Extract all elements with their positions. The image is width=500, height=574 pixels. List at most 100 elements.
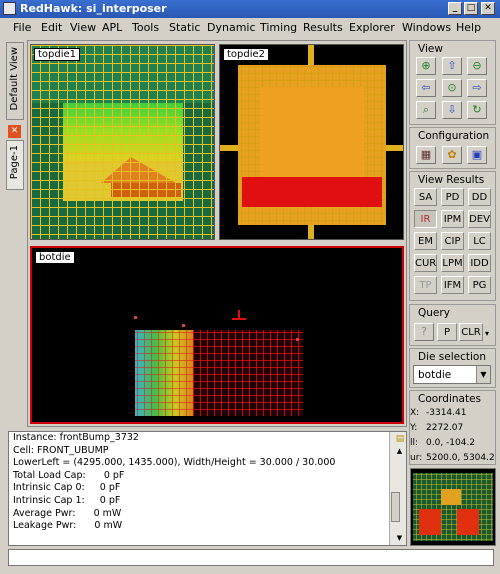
coord-ll-label: ll: bbox=[410, 438, 419, 448]
tab-default-view[interactable]: Default View bbox=[6, 42, 24, 120]
chevron-down-icon[interactable]: ▼ bbox=[476, 366, 490, 383]
result-lc-button[interactable]: LC bbox=[468, 232, 491, 250]
info-line-intrinsic-cap-1: Intrinsic Cap 1: 0 pF bbox=[13, 494, 121, 506]
result-idd-button[interactable]: IDD bbox=[468, 254, 491, 272]
app-icon[interactable] bbox=[3, 2, 16, 15]
palette-icon[interactable]: ✿ bbox=[442, 146, 462, 164]
scroll-up-icon[interactable]: ▲ bbox=[390, 446, 405, 456]
refresh-icon[interactable]: ↻ bbox=[467, 101, 487, 119]
menu-apl[interactable]: APL bbox=[102, 21, 122, 34]
menu-static[interactable]: Static bbox=[169, 21, 200, 34]
menu-dynamic[interactable]: Dynamic bbox=[207, 21, 256, 34]
query-icon[interactable]: ? bbox=[414, 323, 434, 341]
view-results-group: View Results SA PD DD IR IPM DEV EM CIP … bbox=[409, 171, 496, 301]
info-line-instance: Instance: frontBump_3732 bbox=[13, 432, 139, 443]
result-lpm-button[interactable]: LPM bbox=[441, 254, 464, 272]
result-tp-button[interactable]: TP bbox=[414, 276, 437, 294]
die-selection-value: botdie bbox=[418, 369, 452, 381]
die-selection-select[interactable]: botdie ▼ bbox=[413, 365, 491, 384]
zoom-in-icon[interactable]: ⊕ bbox=[416, 57, 436, 75]
zoom-out-icon[interactable]: ⊖ bbox=[467, 57, 487, 75]
result-dev-button[interactable]: DEV bbox=[468, 210, 491, 228]
die-selection-group: Die selection botdie ▼ bbox=[409, 348, 496, 388]
tab-default-view-label: Default View bbox=[9, 47, 20, 111]
query-p-button[interactable]: P bbox=[437, 323, 457, 341]
command-input[interactable] bbox=[8, 549, 494, 566]
arrow-left-icon[interactable]: ⇦ bbox=[416, 79, 436, 97]
menu-edit[interactable]: Edit bbox=[41, 21, 62, 34]
panel-title-topdie1: topdie1 bbox=[34, 48, 81, 61]
overview-thumbnail[interactable] bbox=[410, 468, 496, 546]
menu-windows[interactable]: Windows bbox=[402, 21, 451, 34]
query-dropdown-arrow-icon[interactable]: ▾ bbox=[485, 329, 489, 338]
tab-page-1[interactable]: Page-1 bbox=[6, 140, 24, 190]
result-dd-button[interactable]: DD bbox=[468, 188, 491, 206]
panel-botdie[interactable]: botdie bbox=[30, 246, 404, 424]
query-clr-button[interactable]: CLR bbox=[459, 323, 483, 341]
configuration-group-title: Configuration bbox=[418, 130, 490, 142]
view-group: View ⊕ ⇧ ⊖ ⇦ ⊙ ⇨ ⌕ ⇩ ↻ bbox=[409, 40, 496, 125]
coord-x-label: X: bbox=[410, 408, 420, 418]
coordinates-title: Coordinates bbox=[418, 393, 482, 405]
close-tab-icon[interactable]: ✕ bbox=[8, 125, 21, 138]
result-em-button[interactable]: EM bbox=[414, 232, 437, 250]
tab-page-1-label: Page-1 bbox=[9, 145, 20, 180]
info-line-geometry: LowerLeft = (4295.000, 1435.000), Width/… bbox=[13, 457, 336, 469]
panel-topdie2[interactable]: topdie2 bbox=[219, 44, 404, 240]
minimize-button[interactable]: _ bbox=[448, 2, 462, 15]
coord-ll-value: 0.0, -104.2 bbox=[426, 438, 476, 448]
notepad-icon[interactable]: ▤ bbox=[391, 434, 405, 444]
panel-title-botdie: botdie bbox=[35, 251, 75, 264]
menu-results[interactable]: Results bbox=[303, 21, 343, 34]
result-ifm-button[interactable]: IFM bbox=[441, 276, 464, 294]
menu-file[interactable]: File bbox=[13, 21, 31, 34]
menu-view[interactable]: View bbox=[70, 21, 96, 34]
info-line-average-pwr: Average Pwr: 0 mW bbox=[13, 507, 122, 519]
view-group-title: View bbox=[418, 43, 443, 55]
arrow-right-icon[interactable]: ⇨ bbox=[467, 79, 487, 97]
info-line-total-load-cap: Total Load Cap: 0 pF bbox=[13, 469, 125, 481]
topdie2-map bbox=[220, 45, 403, 239]
menu-bar: File Edit View APL Tools Static Dynamic … bbox=[0, 18, 500, 38]
result-ipm-button[interactable]: IPM bbox=[441, 210, 464, 228]
panel-title-topdie2: topdie2 bbox=[223, 48, 270, 61]
result-ir-button[interactable]: IR bbox=[414, 210, 437, 228]
info-scrollbar[interactable]: ▤ ▲ ▼ bbox=[389, 432, 406, 545]
close-button[interactable]: ✕ bbox=[481, 2, 495, 15]
scroll-down-icon[interactable]: ▼ bbox=[390, 533, 405, 543]
botdie-map bbox=[32, 248, 402, 422]
coord-y-value: 2272.07 bbox=[426, 423, 464, 433]
query-title: Query bbox=[418, 307, 450, 319]
menu-tools[interactable]: Tools bbox=[132, 21, 159, 34]
configuration-group: Configuration ▦ ✿ ▣ bbox=[409, 127, 496, 169]
arrow-up-icon[interactable]: ⇧ bbox=[442, 57, 462, 75]
topdie1-map bbox=[31, 45, 214, 239]
panel-topdie1[interactable]: topdie1 bbox=[30, 44, 215, 240]
info-line-intrinsic-cap-0: Intrinsic Cap 0: 0 pF bbox=[13, 482, 121, 494]
menu-timing[interactable]: Timing bbox=[260, 21, 297, 34]
maximize-button[interactable]: □ bbox=[464, 2, 478, 15]
layers-icon[interactable]: ▦ bbox=[416, 146, 436, 164]
menu-help[interactable]: Help bbox=[456, 21, 481, 34]
coord-x-value: -3314.41 bbox=[426, 408, 467, 418]
result-pd-button[interactable]: PD bbox=[441, 188, 464, 206]
zoom-area-icon[interactable]: ⌕ bbox=[416, 101, 436, 119]
layout-view-frame: topdie1 topdie2 botdie bbox=[27, 40, 407, 427]
result-sa-button[interactable]: SA bbox=[414, 188, 437, 206]
overview-map bbox=[413, 473, 493, 541]
menu-explorer[interactable]: Explorer bbox=[349, 21, 395, 34]
die-selection-title: Die selection bbox=[418, 351, 486, 363]
window-title: RedHawk: si_interposer bbox=[20, 2, 167, 15]
monitor-icon[interactable]: ▣ bbox=[467, 146, 487, 164]
info-line-leakage-pwr: Leakage Pwr: 0 mW bbox=[13, 520, 123, 532]
result-cip-button[interactable]: CIP bbox=[441, 232, 464, 250]
result-pg-button[interactable]: PG bbox=[468, 276, 491, 294]
arrow-down-icon[interactable]: ⇩ bbox=[442, 101, 462, 119]
coord-y-label: Y: bbox=[410, 423, 418, 433]
scroll-thumb[interactable] bbox=[391, 492, 400, 522]
title-bar: RedHawk: si_interposer _ □ ✕ bbox=[0, 0, 500, 18]
result-cur-button[interactable]: CUR bbox=[414, 254, 437, 272]
zoom-fit-icon[interactable]: ⊙ bbox=[442, 79, 462, 97]
view-results-title: View Results bbox=[418, 174, 485, 186]
coord-ur-label: ur: bbox=[410, 453, 423, 463]
